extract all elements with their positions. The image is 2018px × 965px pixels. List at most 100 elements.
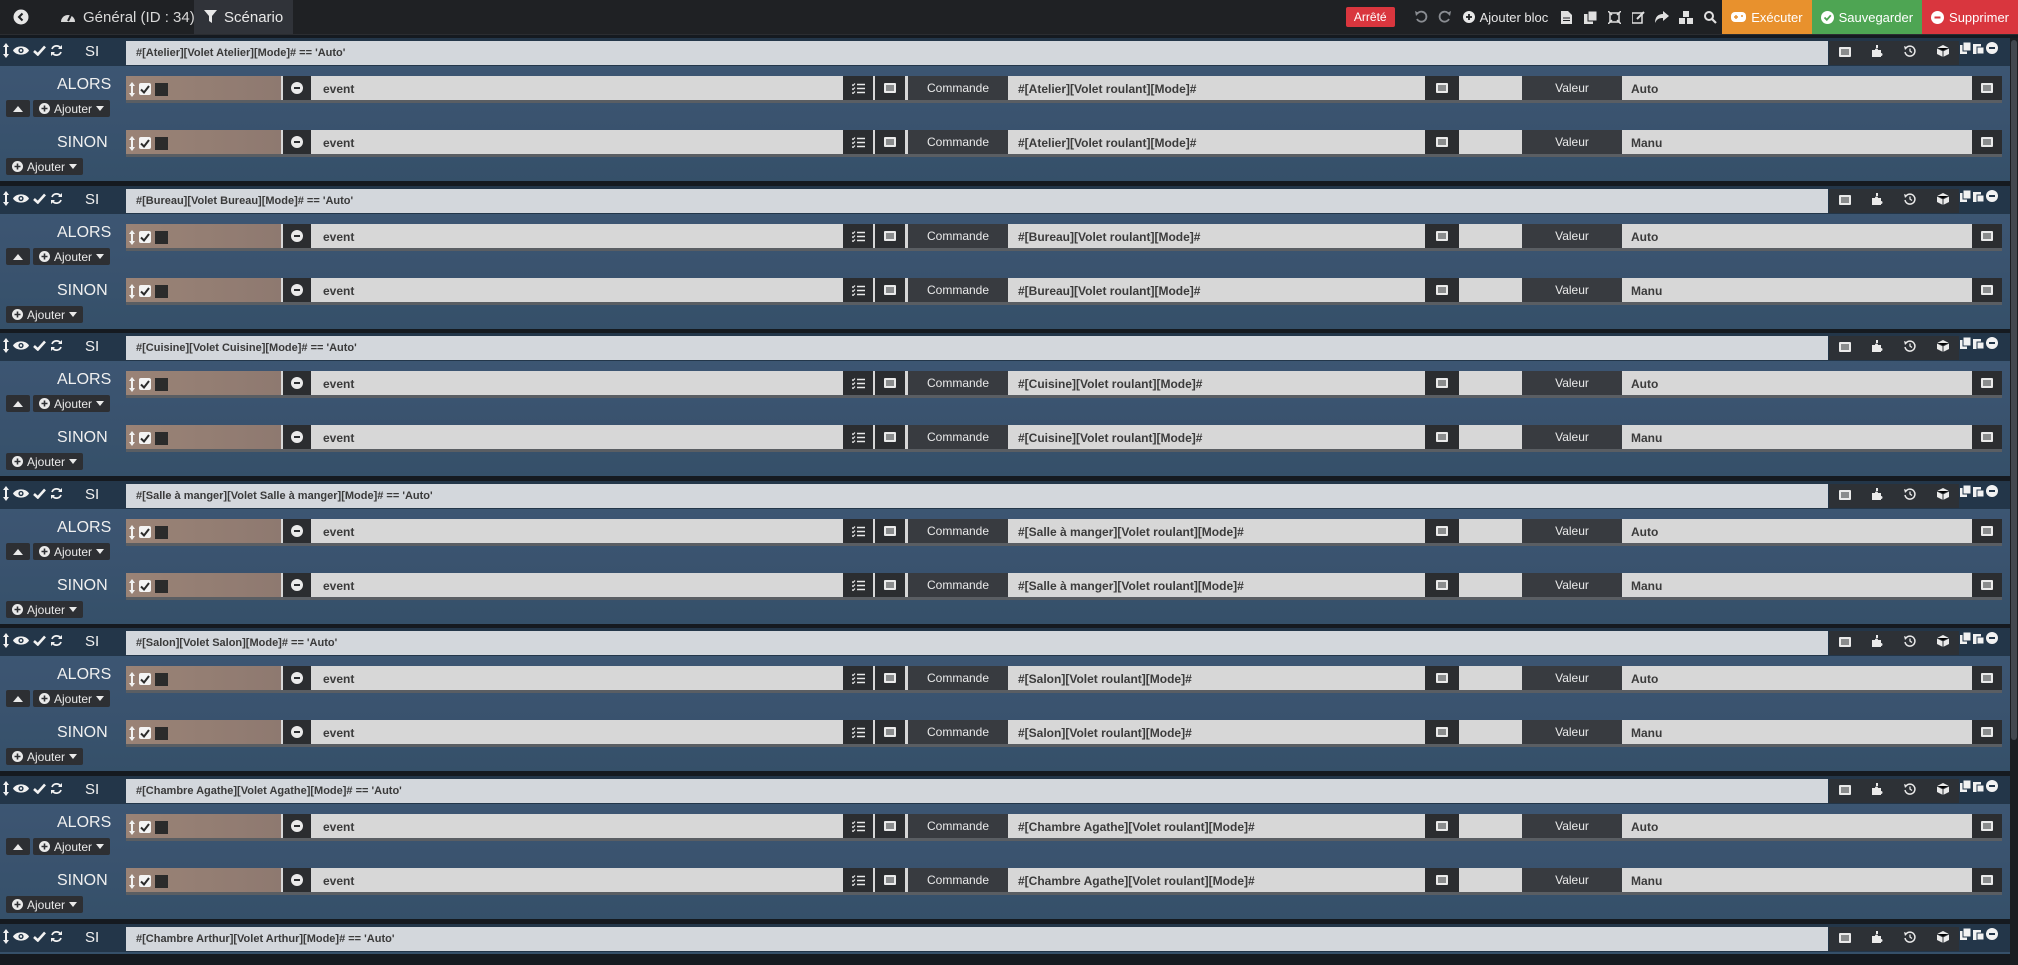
list-icon[interactable] bbox=[884, 285, 896, 295]
enable-checkbox[interactable] bbox=[139, 821, 151, 833]
value-field[interactable]: Auto bbox=[1631, 224, 1658, 250]
condition-equipment-button[interactable] bbox=[1936, 634, 1949, 652]
remove-action-button[interactable] bbox=[283, 573, 311, 597]
tasks-icon[interactable] bbox=[851, 820, 865, 832]
remove-action-button[interactable] bbox=[283, 814, 311, 838]
list-icon[interactable] bbox=[884, 231, 896, 241]
value-options-button[interactable] bbox=[1972, 573, 2002, 597]
command-field[interactable]: #[Cuisine][Volet roulant][Mode]# bbox=[1018, 425, 1202, 451]
add-alors-button[interactable]: Ajouter bbox=[33, 690, 111, 707]
options-toggle[interactable] bbox=[155, 525, 168, 539]
puzzle-icon[interactable] bbox=[1871, 488, 1884, 500]
arrows-vertical-icon[interactable] bbox=[3, 485, 9, 501]
list-icon[interactable] bbox=[1981, 432, 1993, 442]
cube-icon[interactable] bbox=[1936, 340, 1949, 352]
list-icon[interactable] bbox=[1839, 195, 1852, 205]
select-command-button[interactable] bbox=[1425, 371, 1459, 395]
condition-equipment-button[interactable] bbox=[1936, 192, 1949, 210]
refresh-icon[interactable] bbox=[50, 634, 63, 647]
arrows-vertical-icon[interactable] bbox=[129, 135, 135, 151]
tasks-icon[interactable] bbox=[851, 672, 865, 684]
puzzle-icon[interactable] bbox=[1871, 193, 1884, 205]
list-icon[interactable] bbox=[1839, 933, 1852, 943]
command-field[interactable]: #[Salle à manger][Volet roulant][Mode]# bbox=[1018, 573, 1244, 599]
value-options-button[interactable] bbox=[1972, 814, 2002, 838]
list-icon[interactable] bbox=[1436, 821, 1448, 831]
options-toggle[interactable] bbox=[155, 136, 168, 150]
collapse-button[interactable] bbox=[6, 690, 30, 707]
minus-circle-icon[interactable] bbox=[1986, 780, 1998, 792]
enable-checkbox[interactable] bbox=[139, 231, 151, 243]
options-toggle[interactable] bbox=[155, 874, 168, 888]
cube-icon[interactable] bbox=[1936, 783, 1949, 795]
condition-history-button[interactable] bbox=[1904, 487, 1916, 505]
tasks-icon[interactable] bbox=[851, 82, 865, 94]
cube-icon[interactable] bbox=[1936, 635, 1949, 647]
expand-button[interactable] bbox=[1602, 0, 1626, 34]
history-icon[interactable] bbox=[1904, 488, 1916, 500]
arrows-vertical-icon[interactable] bbox=[3, 928, 9, 944]
arrows-vertical-icon[interactable] bbox=[129, 229, 135, 245]
command-options-button[interactable] bbox=[875, 224, 905, 248]
list-icon[interactable] bbox=[1436, 727, 1448, 737]
condition-history-button[interactable] bbox=[1904, 44, 1916, 62]
list-icon[interactable] bbox=[1981, 727, 1993, 737]
eye-icon[interactable] bbox=[13, 488, 29, 499]
arrows-vertical-icon[interactable] bbox=[3, 780, 9, 796]
value-options-button[interactable] bbox=[1972, 224, 2002, 248]
cube-icon[interactable] bbox=[1936, 488, 1949, 500]
puzzle-icon[interactable] bbox=[1871, 931, 1884, 943]
check-icon[interactable] bbox=[33, 931, 46, 942]
condition-scenario-button[interactable] bbox=[1871, 782, 1884, 800]
enable-checkbox[interactable] bbox=[139, 432, 151, 444]
tasks-icon[interactable] bbox=[851, 874, 865, 886]
select-action-button[interactable] bbox=[843, 278, 873, 302]
list-icon[interactable] bbox=[1436, 432, 1448, 442]
select-action-button[interactable] bbox=[843, 130, 873, 154]
list-icon[interactable] bbox=[1981, 378, 1993, 388]
execute-button[interactable]: Exécuter bbox=[1722, 0, 1812, 34]
options-toggle[interactable] bbox=[155, 230, 168, 244]
remove-action-button[interactable] bbox=[283, 224, 311, 248]
list-icon[interactable] bbox=[1981, 526, 1993, 536]
edit-button[interactable] bbox=[1626, 0, 1650, 34]
list-icon[interactable] bbox=[1436, 875, 1448, 885]
list-icon[interactable] bbox=[1981, 137, 1993, 147]
options-toggle[interactable] bbox=[155, 672, 168, 686]
command-options-button[interactable] bbox=[875, 76, 905, 100]
list-icon[interactable] bbox=[1436, 673, 1448, 683]
refresh-icon[interactable] bbox=[50, 339, 63, 352]
remove-action-button[interactable] bbox=[283, 425, 311, 449]
arrows-vertical-icon[interactable] bbox=[129, 725, 135, 741]
minus-circle-icon[interactable] bbox=[1986, 632, 1998, 644]
arrows-vertical-icon[interactable] bbox=[129, 283, 135, 299]
list-icon[interactable] bbox=[884, 673, 896, 683]
condition-history-button[interactable] bbox=[1904, 339, 1916, 357]
copy-icon[interactable] bbox=[1960, 190, 1971, 202]
collapse-button[interactable] bbox=[6, 100, 30, 117]
list-icon[interactable] bbox=[1436, 83, 1448, 93]
value-options-button[interactable] bbox=[1972, 130, 2002, 154]
value-field[interactable]: Manu bbox=[1631, 278, 1662, 304]
refresh-icon[interactable] bbox=[50, 930, 63, 943]
command-options-button[interactable] bbox=[875, 371, 905, 395]
condition-field[interactable]: #[Cuisine][Volet Cuisine][Mode]# == 'Aut… bbox=[126, 336, 1828, 360]
value-field[interactable]: Manu bbox=[1631, 425, 1662, 451]
add-sinon-button[interactable]: Ajouter bbox=[6, 748, 84, 765]
add-sinon-button[interactable]: Ajouter bbox=[6, 601, 84, 618]
condition-field[interactable]: #[Chambre Agathe][Volet Agathe][Mode]# =… bbox=[126, 779, 1828, 803]
enable-checkbox[interactable] bbox=[139, 580, 151, 592]
eye-icon[interactable] bbox=[13, 45, 29, 56]
list-icon[interactable] bbox=[884, 378, 896, 388]
select-action-button[interactable] bbox=[843, 868, 873, 892]
value-field[interactable]: Auto bbox=[1631, 519, 1658, 545]
command-field[interactable]: #[Salon][Volet roulant][Mode]# bbox=[1018, 720, 1192, 746]
enable-checkbox[interactable] bbox=[139, 285, 151, 297]
condition-options-button[interactable] bbox=[1839, 634, 1852, 652]
refresh-icon[interactable] bbox=[50, 782, 63, 795]
value-options-button[interactable] bbox=[1972, 519, 2002, 543]
condition-equipment-button[interactable] bbox=[1936, 339, 1949, 357]
value-options-button[interactable] bbox=[1972, 278, 2002, 302]
select-action-button[interactable] bbox=[843, 224, 873, 248]
list-icon[interactable] bbox=[1981, 580, 1993, 590]
